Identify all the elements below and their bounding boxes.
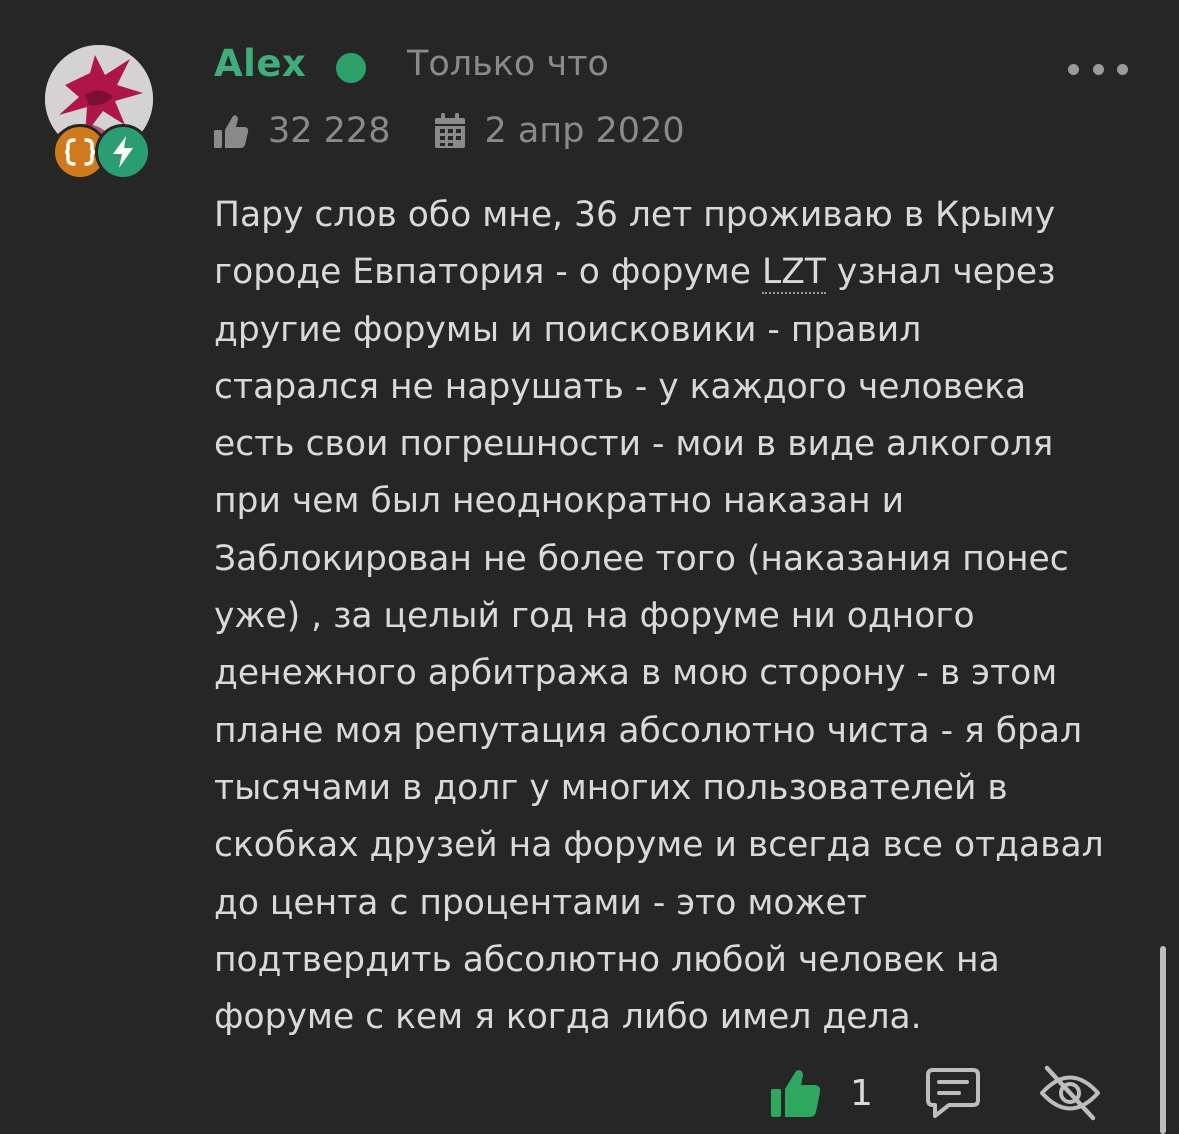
message-line: Пару слов обо мне, 36 лет проживаю в Кры…	[214, 195, 1056, 235]
like-count: 1	[850, 1072, 873, 1114]
scrollbar[interactable]	[1160, 946, 1166, 1134]
thumbs-up-icon	[212, 112, 250, 150]
message-line: Заблокирован не более того (наказания по…	[214, 538, 1069, 579]
lightning-badge[interactable]	[95, 124, 151, 180]
message-line: другие форумы и поисковики - правил	[214, 309, 922, 350]
author-name[interactable]: Alex	[214, 42, 306, 85]
forum-post: Alex Только что 32 228 2 апр 2020 Пару с…	[0, 0, 1179, 1134]
message-line: скобках друзей на форуме и всегда все от…	[214, 825, 1104, 866]
like-button[interactable]	[770, 1067, 822, 1119]
online-status-indicator	[336, 53, 366, 83]
more-dots-icon	[1092, 63, 1104, 75]
code-braces-icon	[64, 138, 96, 166]
message-text: узнал через	[825, 252, 1056, 293]
lzt-link[interactable]: LZT	[762, 252, 826, 295]
thumbs-up-icon	[771, 1070, 821, 1117]
author-stats: 32 228 2 апр 2020	[212, 106, 685, 156]
message-line: тысячами в долг у многих пользователей в	[214, 767, 1008, 808]
post-message: Пару слов обо мне, 36 лет проживаю в Кры…	[214, 187, 1144, 1046]
calendar-icon	[434, 112, 466, 150]
message-line: денежного арбитража в мою сторону - в эт…	[214, 653, 1058, 694]
message-line: старался не нарушать - у каждого человек…	[214, 366, 1027, 407]
registration-date: 2 апр 2020	[484, 111, 685, 151]
message-text: городе Евпатория - о форуме	[214, 252, 762, 293]
post-actions: 1	[770, 1060, 1101, 1126]
more-dots-icon	[1068, 63, 1079, 75]
message-line: плане моя репутация абсолютно чиста - я …	[214, 710, 1083, 751]
message-line: форуме с кем я когда либо имел дела.	[214, 997, 922, 1038]
likes-count: 32 228	[268, 111, 391, 151]
reply-icon	[925, 1068, 980, 1118]
message-line: подтвердить абсолютно любой человек на	[214, 939, 1000, 980]
more-dots-icon	[1117, 63, 1128, 75]
message-line: при чем был неоднократно наказан и	[214, 481, 905, 522]
post-time[interactable]: Только что	[407, 44, 609, 84]
hide-button[interactable]	[1039, 1064, 1101, 1122]
message-line: городе Евпатория - о форуме LZT узнал че…	[214, 244, 1144, 301]
more-options-button[interactable]	[1068, 56, 1128, 82]
hide-eye-icon	[1039, 1065, 1100, 1121]
message-line: есть свои погрешности - мои в виде алког…	[214, 424, 1054, 465]
message-line: до цента с процентами - это может	[214, 882, 867, 923]
reply-button[interactable]	[925, 1066, 981, 1120]
message-line: уже) , за целый год на форуме ни одного	[214, 596, 975, 637]
lightning-icon	[113, 136, 133, 168]
